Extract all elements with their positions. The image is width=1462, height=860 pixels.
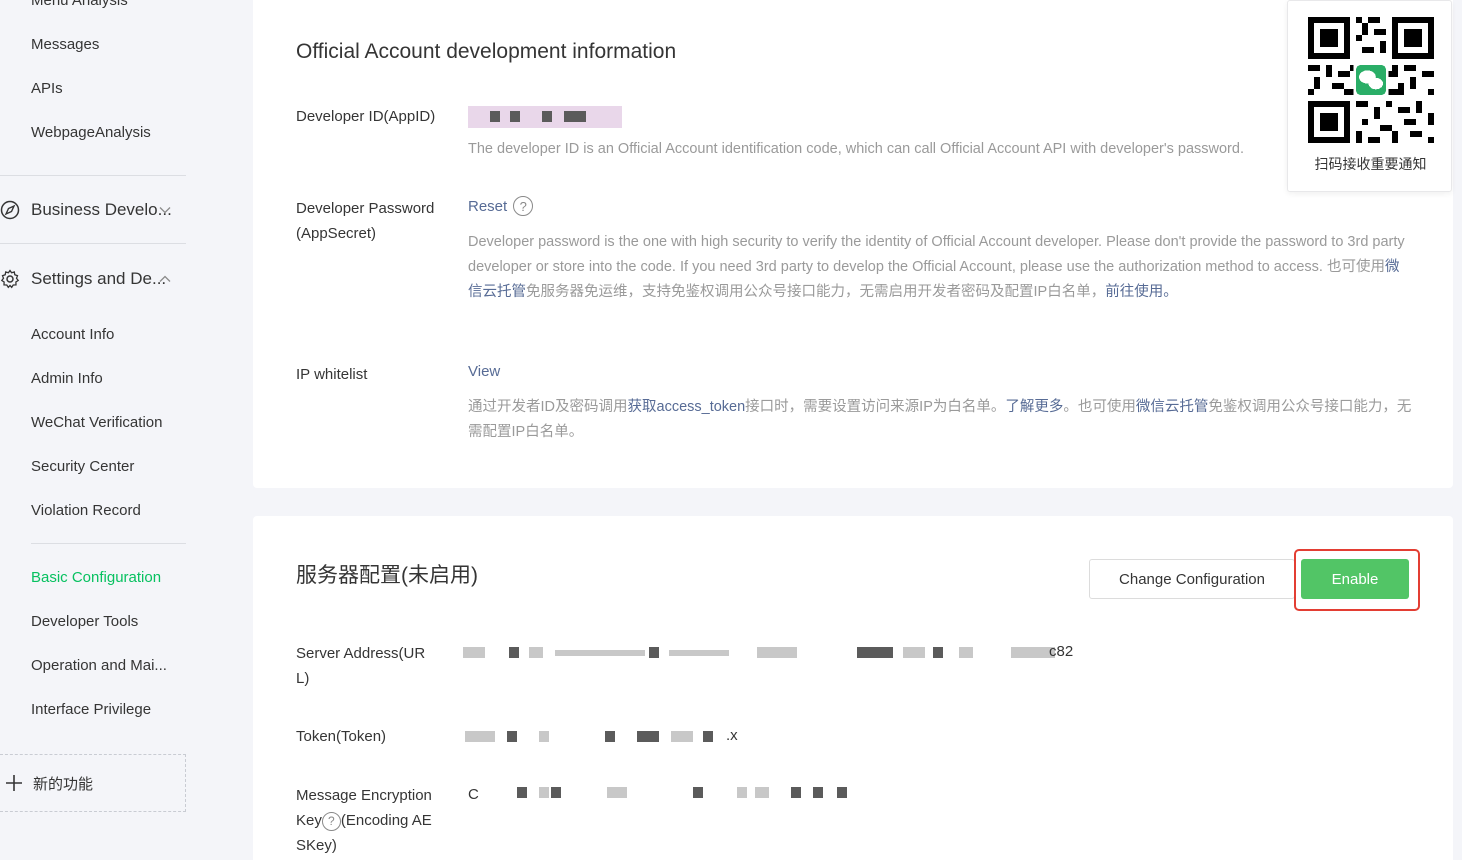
password-description-text: 也可使用 — [1326, 259, 1385, 275]
ip-description-text: 接口时，需要设置访问来源IP为白名单。 — [745, 399, 1006, 415]
ip-description-text: 通过开发者ID及密码调用 — [468, 399, 628, 415]
developer-id-description: The developer ID is an Official Account … — [468, 141, 1244, 157]
password-description-text: 免服务器免运维，支持免鉴权调用公众号接口能力，无需启用开发者密码及配置IP白名单… — [526, 284, 1106, 300]
token-value — [465, 726, 735, 748]
password-description-end: 。 — [1163, 284, 1178, 300]
sidebar-item-operation-maintenance[interactable]: Operation and Mai... — [31, 657, 167, 674]
help-icon[interactable]: ? — [321, 811, 341, 831]
developer-id-label: Developer ID(AppID) — [296, 108, 436, 125]
view-ip-whitelist-link[interactable]: View — [468, 363, 500, 380]
ip-description-text: 。也可使用 — [1063, 399, 1136, 415]
server-config-card: 服务器配置(未启用) Change Configuration Enable S… — [253, 516, 1453, 860]
masked-value — [468, 106, 622, 128]
ip-whitelist-label: IP whitelist — [296, 366, 368, 383]
change-configuration-button[interactable]: Change Configuration — [1089, 559, 1295, 599]
masked-value — [477, 782, 867, 802]
sidebar-item-account-info[interactable]: Account Info — [31, 326, 114, 343]
dev-info-title: Official Account development information — [296, 40, 677, 63]
developer-password-actions: Reset ? — [468, 196, 534, 216]
token-tail: .x — [726, 727, 738, 744]
wechat-cloud-hosting-link[interactable]: 微信云托管 — [1136, 399, 1209, 415]
sidebar-item-apis[interactable]: APIs — [31, 80, 63, 97]
new-feature-label: 新的功能 — [33, 775, 94, 793]
sidebar-divider — [0, 175, 186, 176]
sidebar-divider — [0, 243, 186, 244]
server-address-label: Server Address(URL) — [296, 645, 426, 687]
access-token-link[interactable]: 获取access_token — [628, 399, 746, 415]
sidebar-item-wechat-verification[interactable]: WeChat Verification — [31, 414, 162, 431]
enable-button[interactable]: Enable — [1301, 559, 1409, 599]
reset-password-link[interactable]: Reset — [468, 198, 507, 215]
sidebar: Menu Analysis Messages APIs WebpageAnaly… — [0, 0, 186, 860]
sidebar-item-webpage-analysis[interactable]: WebpageAnalysis — [31, 124, 151, 141]
learn-more-link[interactable]: 了解更多 — [1005, 399, 1063, 415]
server-address-value — [463, 642, 1083, 664]
server-config-title: 服务器配置(未启用) — [296, 564, 478, 587]
developer-id-value — [468, 106, 622, 128]
qr-caption: 扫码接收重要通知 — [1314, 156, 1427, 172]
masked-value — [463, 642, 1063, 664]
gear-icon — [0, 269, 20, 289]
aes-key-label: Message Encryption Key? (Encoding AESKey) — [296, 783, 436, 858]
sidebar-item-security-center[interactable]: Security Center — [31, 458, 134, 475]
sidebar-item-violation-record[interactable]: Violation Record — [31, 502, 141, 519]
dev-info-card: Official Account development information… — [253, 0, 1453, 488]
masked-value — [465, 726, 725, 746]
qr-code[interactable] — [1308, 17, 1434, 143]
sidebar-item-admin-info[interactable]: Admin Info — [31, 370, 103, 387]
sidebar-divider — [31, 543, 186, 544]
developer-password-label: Developer Password(AppSecret) — [296, 200, 435, 242]
qr-notification-panel: 扫码接收重要通知 — [1287, 0, 1452, 192]
sidebar-item-developer-tools[interactable]: Developer Tools — [31, 613, 138, 630]
aes-key-value — [477, 782, 877, 804]
ip-whitelist-description: 通过开发者ID及密码调用获取access_token接口时，需要设置访问来源IP… — [468, 395, 1413, 445]
sidebar-section-settings[interactable]: Settings and De... — [0, 267, 186, 291]
server-address-tail: c82 — [1049, 643, 1074, 660]
sidebar-item-menu-analysis[interactable]: Menu Analysis — [31, 0, 128, 9]
sidebar-section-label: Settings and De... — [31, 269, 167, 288]
help-icon[interactable]: ? — [513, 196, 534, 216]
token-label: Token(Token) — [296, 728, 387, 745]
password-description-text: Developer password is the one with high … — [468, 234, 1405, 275]
sidebar-item-interface-privilege[interactable]: Interface Privilege — [31, 701, 151, 718]
sidebar-section-label: Business Develo... — [31, 200, 172, 219]
sidebar-item-messages[interactable]: Messages — [31, 36, 99, 53]
new-feature-button[interactable]: 新的功能 — [0, 754, 186, 812]
compass-icon — [0, 200, 20, 220]
chevron-down-icon — [158, 202, 172, 216]
chevron-up-icon — [158, 271, 172, 285]
sidebar-item-basic-configuration[interactable]: Basic Configuration — [31, 569, 161, 586]
plus-icon — [2, 771, 26, 795]
go-use-link[interactable]: 前往使用 — [1105, 284, 1163, 300]
sidebar-section-business[interactable]: Business Develo... — [0, 198, 186, 222]
developer-password-description: Developer password is the one with high … — [468, 230, 1413, 305]
